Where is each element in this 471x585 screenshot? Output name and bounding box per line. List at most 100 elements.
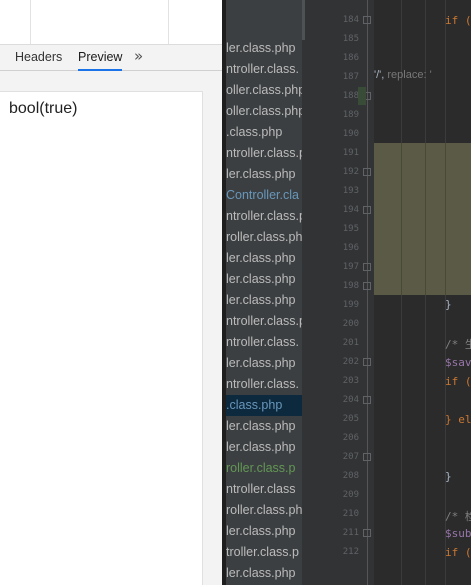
project-file-list: ler.class.php ntroller.class. oller.class.… xyxy=(226,0,302,585)
editor-gutter: 184 185 186 187 188 189 190 191 192 193 194 195 196 1… xyxy=(331,0,374,585)
file-list-item[interactable]: ntroller.class.p xyxy=(226,143,302,164)
file-list-item[interactable]: roller.class.ph xyxy=(226,227,302,248)
fold-toggle-icon[interactable] xyxy=(363,206,371,214)
preview-text: bool(true) xyxy=(9,100,78,117)
file-list-item[interactable]: .class.php xyxy=(226,122,282,143)
code-comment: /* 生 xyxy=(445,338,471,351)
line-number: 198 xyxy=(342,281,359,291)
line-number: 189 xyxy=(342,110,359,120)
toolbar-divider xyxy=(168,0,169,44)
file-list-item[interactable]: ntroller.class xyxy=(226,479,295,500)
line-number: 188 xyxy=(342,91,359,101)
code-comment: /* 检 xyxy=(445,510,471,523)
file-list-item[interactable]: ler.class.php xyxy=(226,290,295,311)
tab-preview[interactable]: Preview xyxy=(78,45,123,71)
parameter-hint: '/', replace: ' xyxy=(374,69,432,81)
preview-pane: bool(true) xyxy=(0,71,222,585)
line-number: 185 xyxy=(342,34,359,44)
preview-scrollbar[interactable] xyxy=(205,91,222,585)
file-list-item[interactable]: ntroller.class. xyxy=(226,332,299,353)
code-keyword: if ( xyxy=(445,375,471,388)
indent-guide xyxy=(445,143,446,295)
selection-highlight xyxy=(374,143,471,295)
file-list-item[interactable]: ler.class.php xyxy=(226,269,295,290)
toolbar-divider xyxy=(30,0,31,44)
file-list-item[interactable]: roller.class.p xyxy=(226,458,295,479)
fold-toggle-icon[interactable] xyxy=(363,396,371,404)
file-list-item[interactable]: ler.class.php xyxy=(226,353,295,374)
file-list-item[interactable]: ntroller.class.p xyxy=(226,206,302,227)
scrollbar-thumb[interactable] xyxy=(302,0,305,40)
line-number: 200 xyxy=(342,319,359,329)
file-list-item[interactable]: roller.class.ph xyxy=(226,500,302,521)
line-number: 204 xyxy=(342,395,359,405)
fold-toggle-icon[interactable] xyxy=(363,168,371,176)
line-number: 206 xyxy=(342,433,359,443)
file-list-item[interactable]: ler.class.php xyxy=(226,563,295,584)
line-number: 187 xyxy=(342,72,359,82)
line-number: 202 xyxy=(342,357,359,367)
tab-preview-label: Preview xyxy=(78,50,123,64)
line-number: 208 xyxy=(342,471,359,481)
code-variable: $subj xyxy=(445,527,471,540)
file-list-item[interactable]: ntroller.class. xyxy=(226,374,299,395)
file-list-item[interactable]: ler.class.php xyxy=(226,164,295,185)
line-number: 196 xyxy=(342,243,359,253)
line-number: 203 xyxy=(342,376,359,386)
fold-toggle-icon[interactable] xyxy=(363,453,371,461)
indent-guide xyxy=(425,143,426,295)
fold-toggle-icon[interactable] xyxy=(363,16,371,24)
file-list-scrollbar[interactable] xyxy=(302,0,331,585)
file-list-item[interactable]: ler.class.php xyxy=(226,437,295,458)
file-list-item[interactable]: ler.class.php xyxy=(226,38,295,59)
devtools-panel: Headers Preview » bool(true) xyxy=(0,0,222,585)
code-brace: } xyxy=(445,298,452,311)
fold-toggle-icon[interactable] xyxy=(363,358,371,366)
line-number: 197 xyxy=(342,262,359,272)
code-keyword: if ( xyxy=(445,14,471,27)
line-number: 184 xyxy=(342,15,359,25)
code-variable: $sav xyxy=(445,356,471,369)
change-marker xyxy=(358,87,366,105)
line-number: 201 xyxy=(342,338,359,348)
tab-headers[interactable]: Headers xyxy=(15,45,62,70)
file-list-item[interactable]: ntroller.class. xyxy=(226,59,299,80)
indent-guide xyxy=(401,143,402,295)
fold-toggle-icon[interactable] xyxy=(363,282,371,290)
file-list-item[interactable]: ler.class.php xyxy=(226,521,295,542)
line-number: 194 xyxy=(342,205,359,215)
devtools-tabbar: Headers Preview xyxy=(0,45,222,71)
file-list-item[interactable]: ntroller.class.p xyxy=(226,311,302,332)
line-number: 195 xyxy=(342,224,359,234)
file-list-item[interactable]: ler.class.php xyxy=(226,416,295,437)
line-number: 212 xyxy=(342,547,359,557)
line-number: 211 xyxy=(342,528,359,538)
line-number: 209 xyxy=(342,490,359,500)
line-number: 190 xyxy=(342,129,359,139)
code-editor[interactable]: if ( } /* 生 $sav if ( } el } /* 检 $subj … xyxy=(374,0,471,585)
double-chevron-right-icon[interactable]: » xyxy=(134,45,150,70)
code-keyword: if ( xyxy=(445,546,471,559)
preview-content: bool(true) xyxy=(0,91,203,585)
file-list-item[interactable]: Controller.cla xyxy=(226,185,299,206)
line-number: 210 xyxy=(342,509,359,519)
line-number: 199 xyxy=(342,300,359,310)
line-number: 186 xyxy=(342,53,359,63)
hint-label: replace: ' xyxy=(387,69,432,81)
line-number: 191 xyxy=(342,148,359,158)
line-number: 193 xyxy=(342,186,359,196)
fold-toggle-icon[interactable] xyxy=(363,529,371,537)
fold-toggle-icon[interactable] xyxy=(363,263,371,271)
line-number: 207 xyxy=(342,452,359,462)
code-keyword: } el xyxy=(445,413,471,426)
file-list-item[interactable]: troller.class.p xyxy=(226,542,299,563)
file-list-item[interactable]: ler.class.php xyxy=(226,248,295,269)
file-list-item[interactable]: .class.php xyxy=(226,395,302,416)
file-list-item[interactable]: oller.class.php xyxy=(226,80,302,101)
line-number: 205 xyxy=(342,414,359,424)
file-list-item[interactable]: oller.class.php xyxy=(226,101,302,122)
tab-headers-label: Headers xyxy=(15,50,63,64)
hint-arg: '/', xyxy=(374,69,385,81)
line-number: 192 xyxy=(342,167,359,177)
devtools-toolbar xyxy=(0,0,222,45)
